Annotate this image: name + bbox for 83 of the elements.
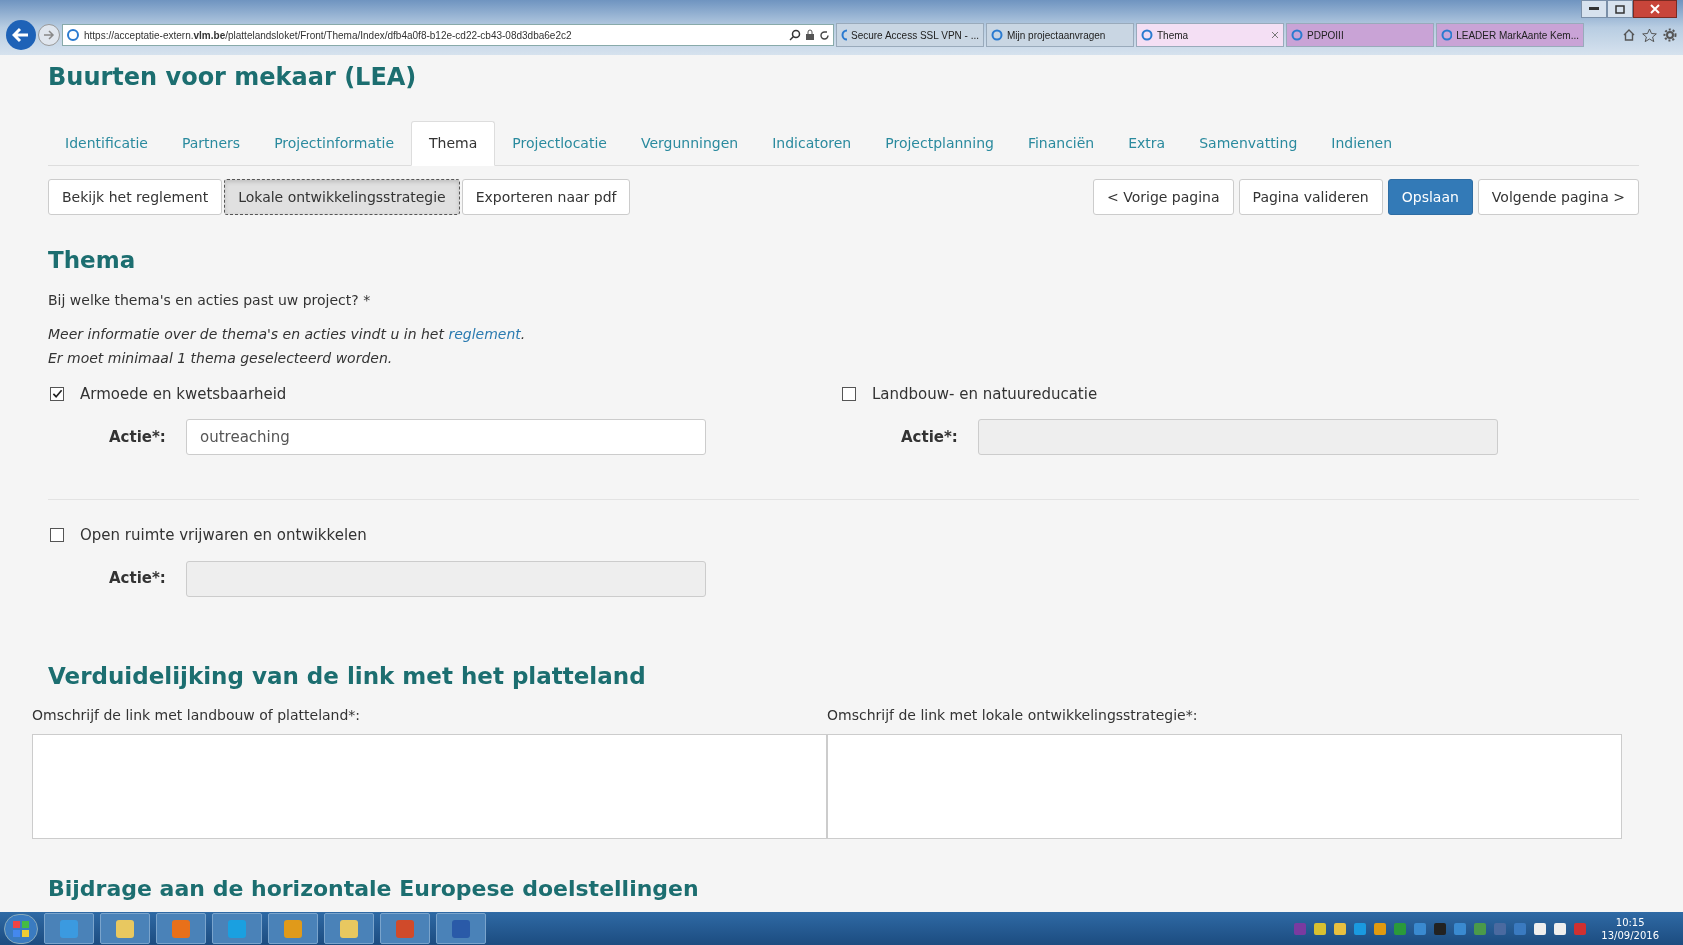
refresh-icon <box>819 29 830 41</box>
action-label: Actie*: <box>108 426 167 448</box>
theme-label: Armoede en kwetsbaarheid <box>80 383 287 405</box>
taskbar-app-button[interactable] <box>268 913 318 944</box>
right-arrow-icon <box>43 30 55 40</box>
nav-tab[interactable]: Samenvatting <box>1182 121 1315 165</box>
close-icon <box>1271 31 1279 39</box>
tray-icon[interactable] <box>1553 921 1568 936</box>
tray-icon[interactable] <box>1313 921 1328 936</box>
tray-icon[interactable] <box>1533 921 1548 936</box>
clock-time: 10:15 <box>1615 915 1645 929</box>
checkbox[interactable] <box>842 386 856 401</box>
clock-date: 13/09/2016 <box>1601 928 1659 942</box>
rule-text: Er moet minimaal 1 thema geselecteerd worden. <box>48 348 394 368</box>
nav-tab[interactable]: Partners <box>164 121 258 165</box>
lock-icon <box>805 29 815 41</box>
section-heading: Verduidelijking van de link met het platteland <box>48 661 647 691</box>
windows-logo-icon <box>13 920 29 937</box>
action-label: Actie*: <box>108 568 167 590</box>
taskbar-app-button[interactable] <box>380 913 430 944</box>
page-button[interactable]: Pagina valideren <box>1238 179 1383 215</box>
minimize-icon <box>1589 7 1599 11</box>
field-label: Omschrijf de link met lokale ontwikkelingsstrategie*: <box>827 706 1199 725</box>
tray-icon[interactable] <box>1333 921 1348 936</box>
info-text: Meer informatie over de thema's en acties vindt u in het reglement. <box>48 324 527 344</box>
section-heading: Bijdrage aan de horizontale Europese doelstellingen <box>48 875 700 903</box>
taskbar-app-button[interactable] <box>436 913 486 944</box>
maximize-button[interactable] <box>1607 0 1633 18</box>
nav-tab[interactable]: Identificatie <box>48 121 165 165</box>
action-field[interactable]: outreaching <box>186 419 706 455</box>
page-button[interactable]: Opslaan <box>1387 179 1473 215</box>
nav-tab[interactable]: Extra <box>1111 121 1183 165</box>
taskbar-app-button[interactable] <box>44 913 94 944</box>
forward-button[interactable] <box>38 24 60 46</box>
browser-tab[interactable]: Secure Access SSL VPN - ... <box>836 23 984 47</box>
nav-tab[interactable]: Projectlocatie <box>495 121 624 165</box>
checkbox[interactable] <box>50 528 64 543</box>
theme-label: Open ruimte vrijwaren en ontwikkelen <box>80 525 367 546</box>
text-area[interactable] <box>827 734 1622 839</box>
page-button[interactable]: Exporteren naar pdf <box>461 179 631 215</box>
browser-tab[interactable]: Mijn projectaanvragen <box>986 23 1134 47</box>
page-button[interactable]: < Vorige pagina <box>1093 179 1234 215</box>
page-button[interactable]: Lokale ontwikkelingsstrategie <box>224 179 460 215</box>
nav-tab[interactable]: Projectinformatie <box>257 121 412 165</box>
close-icon <box>1650 4 1660 14</box>
page-button[interactable]: Bekijk het reglement <box>48 179 223 215</box>
nav-tab[interactable]: Indienen <box>1314 121 1410 165</box>
action-label: Actie*: <box>900 426 959 448</box>
search-icon <box>789 29 801 41</box>
url-text: https://acceptatie-extern.vlm.be/plattelandsloket/Front/Thema/Index/dfb4a0f8-b12e-cd22-cb43-08d3dba6e2c2 <box>84 28 572 43</box>
address-bar[interactable]: https://acceptatie-extern.vlm.be/plattelandsloket/Front/Thema/Index/dfb4a0f8-b12e-cd22-cb43-08d3dba6e2c2 <box>62 24 834 46</box>
nav-tab[interactable]: Financiën <box>1010 121 1112 165</box>
taskbar-app-button[interactable] <box>156 913 206 944</box>
question-text: Bij welke thema's en acties past uw project? * <box>48 290 372 310</box>
browser-tab[interactable]: PDPOIII <box>1286 23 1434 47</box>
checkbox[interactable] <box>50 386 64 401</box>
page-title: Buurten voor mekaar (LEA) <box>48 62 418 93</box>
start-button[interactable] <box>4 913 38 944</box>
browser-tab[interactable]: Thema <box>1136 23 1284 47</box>
close-button[interactable] <box>1633 0 1677 18</box>
taskbar-app-button[interactable] <box>100 913 150 944</box>
checkmark-icon <box>51 388 63 400</box>
reglement-link[interactable]: reglement <box>448 325 521 342</box>
left-arrow-icon <box>12 27 30 43</box>
star-icon <box>1642 28 1657 42</box>
nav-tab[interactable]: Indicatoren <box>755 121 869 165</box>
minimize-button[interactable] <box>1581 0 1607 18</box>
tray-icon[interactable] <box>1373 921 1388 936</box>
browser-tab[interactable]: LEADER MarkAante Kem... <box>1436 23 1584 47</box>
nav-tab[interactable]: Vergunningen <box>623 121 756 165</box>
back-button[interactable] <box>6 20 36 50</box>
field-label: Omschrijf de link met landbouw of platteland*: <box>32 706 362 725</box>
settings-icon <box>1663 28 1677 42</box>
taskbar-app-button[interactable] <box>324 913 374 944</box>
page-button[interactable]: Volgende pagina > <box>1477 179 1639 215</box>
nav-tab[interactable]: Projectplanning <box>868 121 1011 165</box>
text-area[interactable] <box>32 734 827 839</box>
home-icon <box>1622 28 1636 42</box>
taskbar-app-button[interactable] <box>212 913 262 944</box>
maximize-icon <box>1615 4 1625 14</box>
section-heading: Thema <box>48 246 137 275</box>
theme-label: Landbouw- en natuureducatie <box>872 383 1098 405</box>
nav-tab[interactable]: Thema <box>411 121 496 166</box>
